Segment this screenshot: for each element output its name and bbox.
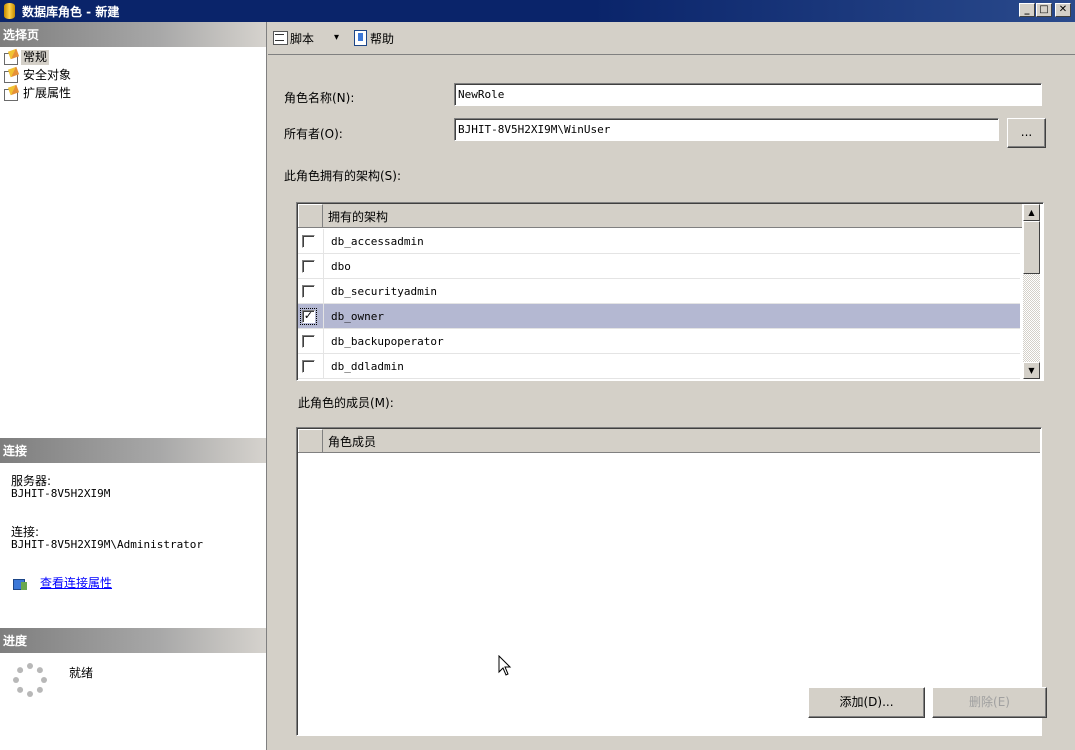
- role-members-grid: 角色成员: [296, 427, 1042, 736]
- schema-checkbox[interactable]: [302, 260, 315, 273]
- schema-checkbox[interactable]: [302, 235, 315, 248]
- connection-value: BJHIT-8V5H2XI9M\Administrator: [11, 538, 204, 551]
- table-row[interactable]: db_accessadmin: [298, 229, 1020, 254]
- role-name-input[interactable]: NewRole: [454, 83, 1042, 106]
- schema-checkbox[interactable]: [302, 335, 315, 348]
- script-icon: [272, 30, 288, 45]
- connection-label: 连接:: [11, 525, 40, 539]
- row-separator: [323, 329, 324, 354]
- schema-checkbox[interactable]: [302, 285, 315, 298]
- schema-name: db_accessadmin: [331, 235, 424, 248]
- connection-properties-icon: [12, 577, 30, 591]
- page-wrench-icon: [3, 50, 21, 65]
- row-separator: [323, 229, 324, 254]
- view-connection-properties-link[interactable]: 查看连接属性: [12, 574, 112, 591]
- mouse-cursor-icon: [498, 655, 512, 676]
- schema-name: db_ddladmin: [331, 360, 404, 373]
- page-item-label: 常规: [21, 50, 50, 65]
- connection-header: 连接: [0, 438, 266, 463]
- schema-checkbox[interactable]: ✓: [300, 308, 317, 325]
- server-value: BJHIT-8V5H2XI9M: [11, 487, 111, 500]
- table-row-selected[interactable]: ✓ db_owner: [298, 304, 1020, 329]
- view-connection-properties-label: 查看连接属性: [40, 576, 113, 590]
- toolbar: 脚本 ▾ 帮助: [268, 22, 1075, 55]
- scroll-down-button[interactable]: ▼: [1023, 362, 1040, 379]
- remove-button[interactable]: 删除(E): [932, 687, 1047, 718]
- scroll-thumb[interactable]: [1023, 221, 1040, 274]
- members-grid-header: 角色成员: [298, 429, 1040, 453]
- main-panel: 角色名称(N): NewRole 所有者(O): BJHIT-8V5H2XI9M…: [268, 56, 1075, 750]
- page-wrench-icon: [3, 86, 21, 101]
- owner-input[interactable]: BJHIT-8V5H2XI9M\WinUser: [454, 118, 999, 141]
- schemas-column-header[interactable]: 拥有的架构: [328, 208, 388, 225]
- row-separator: [323, 254, 324, 279]
- schema-name: db_securityadmin: [331, 285, 437, 298]
- row-separator: [323, 279, 324, 304]
- grid-corner: [298, 204, 323, 227]
- schema-name: db_owner: [331, 310, 384, 323]
- row-separator: [323, 304, 324, 329]
- owner-browse-button[interactable]: ...: [1007, 118, 1046, 148]
- help-label: 帮助: [370, 32, 395, 46]
- script-dropdown-arrow[interactable]: ▾: [334, 32, 339, 43]
- grid-corner: [298, 429, 323, 452]
- close-button[interactable]: ✕: [1055, 3, 1071, 17]
- row-separator: [323, 354, 324, 379]
- page-item-label: 安全对象: [23, 68, 72, 82]
- role-name-label: 角色名称(N):: [284, 91, 355, 105]
- members-column-header[interactable]: 角色成员: [328, 433, 376, 450]
- title-bar[interactable]: 数据库角色 - 新建 _ □ ✕: [0, 0, 1075, 22]
- table-row[interactable]: db_ddladmin: [298, 354, 1020, 379]
- schemas-scrollbar[interactable]: ▲ ▼: [1023, 204, 1040, 379]
- script-button[interactable]: 脚本: [272, 30, 314, 47]
- owner-label: 所有者(O):: [284, 127, 343, 141]
- script-label: 脚本: [290, 32, 315, 46]
- help-icon: [352, 30, 368, 46]
- progress-spinner-icon: [13, 663, 47, 697]
- schema-name: db_backupoperator: [331, 335, 444, 348]
- window-title: 数据库角色 - 新建: [22, 5, 120, 19]
- server-label: 服务器:: [11, 474, 52, 488]
- select-page-header: 选择页: [0, 22, 266, 47]
- page-item-label: 扩展属性: [23, 86, 72, 100]
- scroll-up-button[interactable]: ▲: [1023, 204, 1040, 221]
- maximize-button[interactable]: □: [1036, 3, 1052, 17]
- page-item-securables[interactable]: 安全对象: [3, 68, 73, 84]
- progress-status: 就绪: [69, 666, 94, 680]
- table-row[interactable]: db_securityadmin: [298, 279, 1020, 304]
- owned-schemas-label: 此角色拥有的架构(S):: [284, 169, 402, 183]
- page-item-extended-properties[interactable]: 扩展属性: [3, 86, 73, 102]
- schema-name: dbo: [331, 260, 351, 273]
- database-icon: [4, 3, 15, 19]
- progress-header: 进度: [0, 628, 266, 653]
- schemas-grid-header: 拥有的架构: [298, 204, 1022, 228]
- page-item-general[interactable]: 常规: [3, 50, 50, 66]
- add-button[interactable]: 添加(D)...: [808, 687, 925, 718]
- table-row[interactable]: db_backupoperator: [298, 329, 1020, 354]
- page-wrench-icon: [3, 68, 21, 83]
- help-button[interactable]: 帮助: [352, 30, 394, 47]
- role-members-label: 此角色的成员(M):: [298, 396, 394, 410]
- owned-schemas-grid: 拥有的架构 db_accessadmin dbo db_securityadmi…: [296, 202, 1044, 381]
- left-panel: 选择页 常规 安全对象 扩展属性 连接 服务器: BJHIT-8V5H2XI9M…: [0, 22, 267, 750]
- minimize-button[interactable]: _: [1019, 3, 1035, 17]
- table-row[interactable]: dbo: [298, 254, 1020, 279]
- schema-checkbox[interactable]: [302, 360, 315, 373]
